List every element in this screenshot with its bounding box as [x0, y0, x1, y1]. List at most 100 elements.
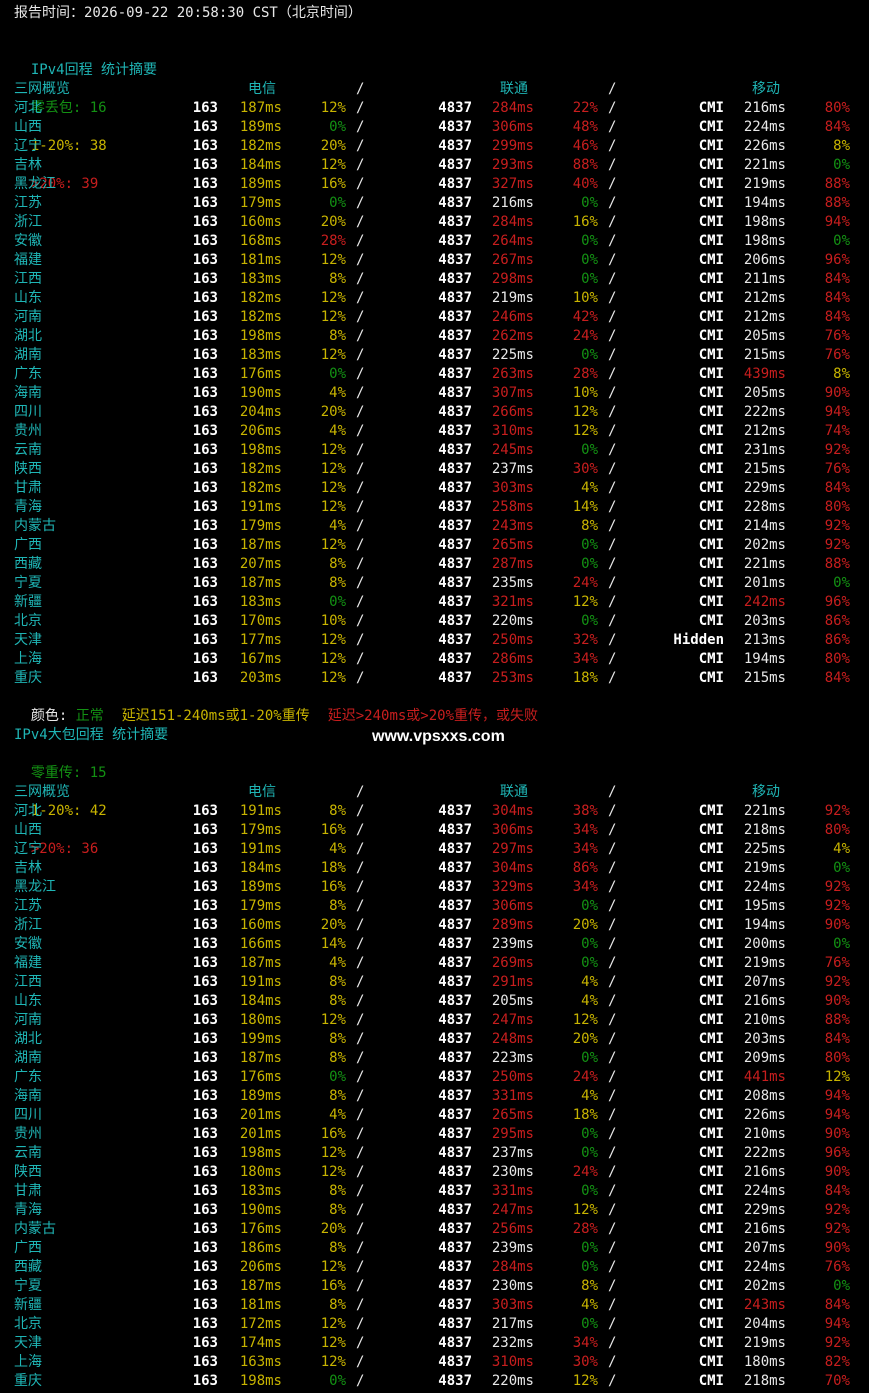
telecom-asn: 163	[192, 1145, 218, 1161]
unicom-latency: 235ms	[491, 575, 534, 591]
column-sep: /	[608, 1164, 617, 1180]
unicom-loss: 46%	[572, 138, 598, 154]
unicom-asn: 4837	[438, 1373, 472, 1389]
mobile-loss: 92%	[824, 518, 850, 534]
telecom-loss: 0%	[329, 1373, 346, 1389]
column-sep: /	[608, 1259, 617, 1275]
column-sep: /	[356, 100, 365, 116]
telecom-asn: 163	[192, 556, 218, 572]
mobile-loss: 84%	[824, 290, 850, 306]
header-sep: /	[356, 784, 365, 800]
province-name: 重庆	[14, 1373, 42, 1389]
mobile-asn: CMI	[698, 1107, 724, 1123]
column-sep: /	[608, 1145, 617, 1161]
mobile-latency: 216ms	[743, 1221, 786, 1237]
province-name: 四川	[14, 1107, 42, 1123]
legend-normal: 正常	[75, 708, 104, 724]
unicom-loss: 20%	[572, 1031, 598, 1047]
column-sep: /	[608, 195, 617, 211]
column-sep: /	[356, 822, 365, 838]
mobile-latency: 204ms	[743, 1316, 786, 1332]
unicom-asn: 4837	[438, 1240, 472, 1256]
mobile-loss: 84%	[824, 1031, 850, 1047]
unicom-latency: 284ms	[491, 1259, 534, 1275]
table-row: 广西 163 186ms 8% / 4837 239ms 0% / CMI 207ms 90%	[0, 1239, 869, 1258]
unicom-asn: 4837	[438, 651, 472, 667]
mobile-latency: 216ms	[743, 100, 786, 116]
column-sep: /	[608, 1202, 617, 1218]
mobile-asn: CMI	[698, 404, 724, 420]
unicom-loss: 4%	[581, 974, 598, 990]
mobile-loss: 90%	[824, 917, 850, 933]
column-sep: /	[356, 1164, 365, 1180]
column-sep: /	[608, 518, 617, 534]
province-name: 河南	[14, 1012, 42, 1028]
unicom-loss: 0%	[581, 347, 598, 363]
mobile-asn: CMI	[698, 1354, 724, 1370]
unicom-loss: 22%	[572, 100, 598, 116]
telecom-latency: 187ms	[239, 1278, 282, 1294]
telecom-asn: 163	[192, 1259, 218, 1275]
watermark: www.vpsxxs.com	[372, 728, 505, 745]
mobile-asn: CMI	[698, 1126, 724, 1142]
mobile-asn: CMI	[698, 1202, 724, 1218]
telecom-loss: 12%	[320, 1145, 346, 1161]
mobile-latency: 221ms	[743, 556, 786, 572]
column-sep: /	[356, 176, 365, 192]
telecom-asn: 163	[192, 176, 218, 192]
telecom-loss: 12%	[320, 442, 346, 458]
unicom-loss: 8%	[581, 518, 598, 534]
province-name: 陕西	[14, 461, 42, 477]
table-row: 湖北 163 199ms 8% / 4837 248ms 20% / CMI 203ms 84%	[0, 1030, 869, 1049]
unicom-asn: 4837	[438, 271, 472, 287]
telecom-latency: 181ms	[239, 1297, 282, 1313]
mobile-latency: 216ms	[743, 993, 786, 1009]
unicom-loss: 12%	[572, 1202, 598, 1218]
telecom-asn: 163	[192, 917, 218, 933]
telecom-asn: 163	[192, 290, 218, 306]
unicom-asn: 4837	[438, 1278, 472, 1294]
unicom-latency: 303ms	[491, 1297, 534, 1313]
mobile-asn: CMI	[698, 442, 724, 458]
mobile-latency: 439ms	[743, 366, 786, 382]
telecom-loss: 4%	[329, 1107, 346, 1123]
unicom-latency: 232ms	[491, 1335, 534, 1351]
unicom-asn: 4837	[438, 1354, 472, 1370]
telecom-latency: 160ms	[239, 917, 282, 933]
mobile-loss: 94%	[824, 1316, 850, 1332]
column-sep: /	[356, 1202, 365, 1218]
unicom-latency: 331ms	[491, 1183, 534, 1199]
mobile-latency: 224ms	[743, 119, 786, 135]
unicom-asn: 4837	[438, 1126, 472, 1142]
unicom-loss: 34%	[572, 822, 598, 838]
mobile-loss: 12%	[824, 1069, 850, 1085]
mobile-asn: CMI	[698, 461, 724, 477]
telecom-latency: 191ms	[239, 499, 282, 515]
province-name: 贵州	[14, 423, 42, 439]
column-sep: /	[608, 898, 617, 914]
mobile-asn: CMI	[698, 651, 724, 667]
mobile-latency: 221ms	[743, 157, 786, 173]
mobile-latency: 200ms	[743, 936, 786, 952]
telecom-latency: 182ms	[239, 461, 282, 477]
unicom-latency: 265ms	[491, 1107, 534, 1123]
province-name: 辽宁	[14, 841, 42, 857]
column-sep: /	[356, 385, 365, 401]
unicom-loss: 34%	[572, 879, 598, 895]
telecom-latency: 168ms	[239, 233, 282, 249]
telecom-latency: 163ms	[239, 1354, 282, 1370]
column-sep: /	[356, 841, 365, 857]
unicom-loss: 34%	[572, 1335, 598, 1351]
column-sep: /	[608, 214, 617, 230]
unicom-loss: 0%	[581, 233, 598, 249]
mobile-latency: 207ms	[743, 1240, 786, 1256]
province-name: 安徽	[14, 936, 42, 952]
mobile-loss: 76%	[824, 461, 850, 477]
telecom-loss: 4%	[329, 518, 346, 534]
telecom-latency: 189ms	[239, 879, 282, 895]
telecom-latency: 182ms	[239, 138, 282, 154]
mobile-loss: 84%	[824, 271, 850, 287]
column-sep: /	[608, 556, 617, 572]
telecom-asn: 163	[192, 1373, 218, 1389]
column-sep: /	[356, 1050, 365, 1066]
